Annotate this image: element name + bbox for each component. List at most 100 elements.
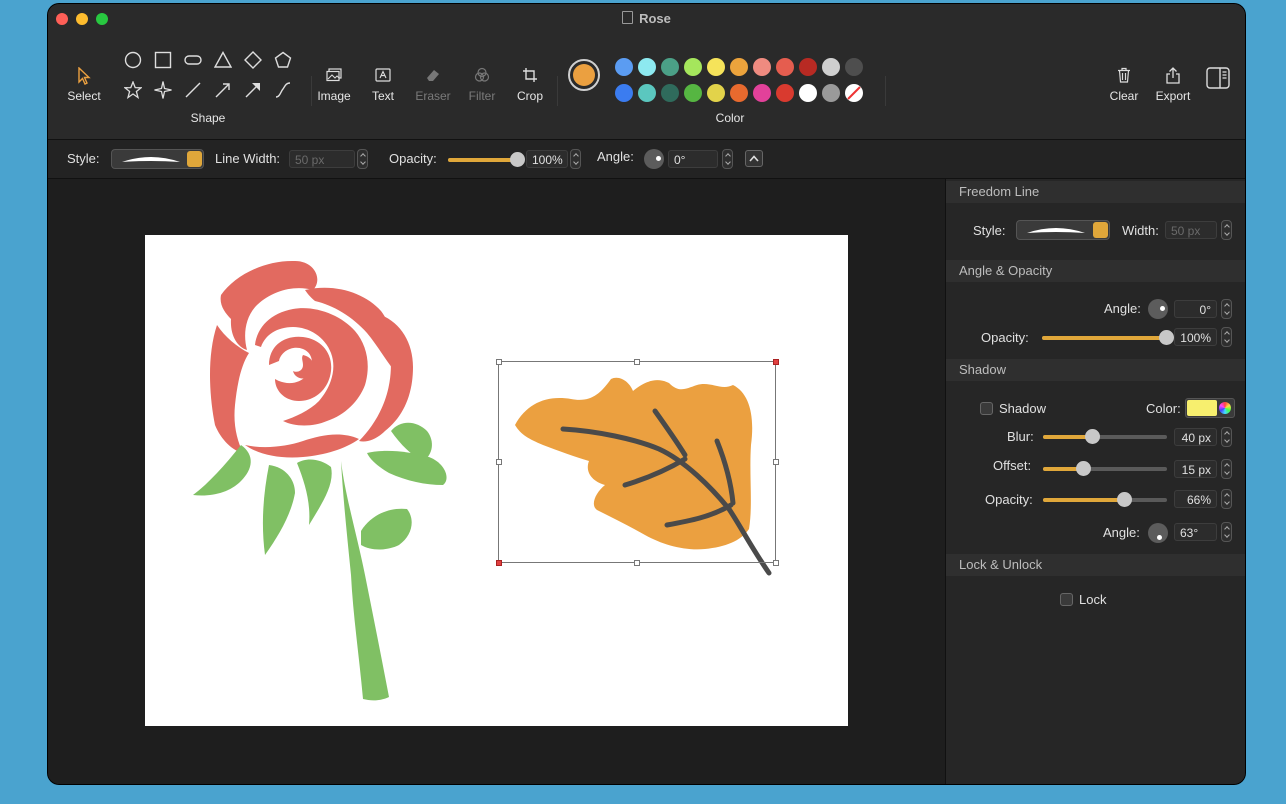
color-swatch[interactable] <box>615 58 633 76</box>
eraser-tool[interactable]: Eraser <box>410 67 456 103</box>
color-swatch[interactable] <box>799 84 817 102</box>
export-button[interactable]: Export <box>1151 67 1195 103</box>
rounded-rect-shape-button[interactable] <box>182 49 204 71</box>
opacity-stepper[interactable] <box>570 149 581 169</box>
color-swatch[interactable] <box>661 58 679 76</box>
color-swatch[interactable] <box>661 84 679 102</box>
sidebar-angle-dial[interactable] <box>1148 299 1168 319</box>
blur-slider[interactable] <box>1043 429 1167 444</box>
resize-handle[interactable] <box>496 459 502 465</box>
shadow-color-well[interactable] <box>1185 398 1235 418</box>
clear-button[interactable]: Clear <box>1104 67 1144 103</box>
color-swatch[interactable] <box>684 58 702 76</box>
color-swatch[interactable] <box>753 58 771 76</box>
filter-tool[interactable]: Filter <box>462 67 502 103</box>
shadow-opacity-knob[interactable] <box>1116 492 1132 507</box>
freedom-width-stepper[interactable] <box>1221 220 1232 240</box>
resize-handle[interactable] <box>634 560 640 566</box>
rotate-handle[interactable] <box>773 359 779 365</box>
star-shape-button[interactable] <box>122 79 144 101</box>
shadow-checkbox[interactable] <box>980 402 993 415</box>
color-swatch[interactable] <box>638 58 656 76</box>
shadow-opacity-slider[interactable] <box>1043 492 1167 507</box>
inspector-sidebar: Freedom Line Style: Width: 50 px Angle &… <box>945 179 1245 784</box>
triangle-shape-button[interactable] <box>212 49 234 71</box>
color-swatch[interactable] <box>845 58 863 76</box>
shape-group-label: Shape <box>190 111 226 125</box>
color-swatch[interactable] <box>730 58 748 76</box>
resize-handle[interactable] <box>773 560 779 566</box>
shadow-opacity-field[interactable]: 66% <box>1174 490 1217 508</box>
resize-handle[interactable] <box>496 359 502 365</box>
offset-slider[interactable] <box>1043 461 1167 476</box>
color-swatch[interactable] <box>753 84 771 102</box>
pentagon-shape-button[interactable] <box>272 49 294 71</box>
blur-stepper[interactable] <box>1221 427 1232 447</box>
blur-field[interactable]: 40 px <box>1174 428 1217 446</box>
color-swatch[interactable] <box>707 58 725 76</box>
shadow-angle-dial[interactable] <box>1148 523 1168 543</box>
color-swatch[interactable] <box>638 84 656 102</box>
current-color-well[interactable] <box>568 59 600 91</box>
color-swatch[interactable] <box>707 84 725 102</box>
offset-field[interactable]: 15 px <box>1174 460 1217 478</box>
angle-dial[interactable] <box>644 149 664 169</box>
line-style-popup[interactable] <box>111 149 204 169</box>
shadow-angle-field[interactable]: 63° <box>1174 523 1217 541</box>
offset-slider-knob[interactable] <box>1075 461 1091 476</box>
sidebar-angle-field[interactable]: 0° <box>1174 300 1217 318</box>
freedom-width-field[interactable]: 50 px <box>1165 221 1217 239</box>
no-color-icon <box>847 86 861 100</box>
sidebar-opacity-stepper[interactable] <box>1221 327 1232 347</box>
sidebar-angle-stepper[interactable] <box>1221 299 1232 319</box>
line-shape-button[interactable] <box>182 79 204 101</box>
curve-shape-button[interactable] <box>272 79 294 101</box>
angle-label: Angle: <box>597 149 634 164</box>
sparkle-shape-button[interactable] <box>152 79 174 101</box>
rotate-handle[interactable] <box>496 560 502 566</box>
image-tool[interactable]: Image <box>314 67 354 103</box>
eraser-icon <box>410 67 456 89</box>
resize-handle[interactable] <box>773 459 779 465</box>
canvas-area[interactable] <box>48 179 945 784</box>
angle-stepper[interactable] <box>722 149 733 169</box>
rose-drawing <box>210 260 413 458</box>
color-swatch[interactable] <box>822 58 840 76</box>
opacity-slider-knob[interactable] <box>510 152 525 167</box>
sidebar-opacity-knob[interactable] <box>1159 330 1174 345</box>
resize-handle[interactable] <box>634 359 640 365</box>
circle-shape-button[interactable] <box>122 49 144 71</box>
blur-slider-knob[interactable] <box>1084 429 1100 444</box>
sidebar-opacity-slider[interactable] <box>1042 330 1174 345</box>
shadow-angle-stepper[interactable] <box>1221 522 1232 542</box>
filled-arrow-shape-button[interactable] <box>242 79 264 101</box>
line-width-field[interactable]: 50 px <box>289 150 355 168</box>
crop-tool[interactable]: Crop <box>512 67 548 103</box>
sidebar-toggle-icon[interactable] <box>1206 67 1230 89</box>
opacity-label: Opacity: <box>389 151 437 166</box>
color-swatch[interactable] <box>845 84 863 102</box>
color-swatch[interactable] <box>822 84 840 102</box>
rectangle-shape-button[interactable] <box>152 49 174 71</box>
diamond-shape-button[interactable] <box>242 49 264 71</box>
lock-checkbox[interactable] <box>1060 593 1073 606</box>
color-swatch[interactable] <box>615 84 633 102</box>
offset-stepper[interactable] <box>1221 459 1232 479</box>
select-tool[interactable]: Select <box>66 66 102 103</box>
drawing-canvas[interactable] <box>145 235 848 726</box>
shadow-opacity-stepper[interactable] <box>1221 489 1232 509</box>
arrow-shape-button[interactable] <box>212 79 234 101</box>
color-swatch[interactable] <box>776 84 794 102</box>
opacity-slider[interactable] <box>448 152 525 167</box>
freedom-style-popup[interactable] <box>1016 220 1110 240</box>
text-tool[interactable]: Text <box>365 67 401 103</box>
color-swatch[interactable] <box>684 84 702 102</box>
opacity-field[interactable]: 100% <box>526 150 568 168</box>
collapse-options-button[interactable] <box>745 150 763 167</box>
color-swatch[interactable] <box>799 58 817 76</box>
sidebar-opacity-field[interactable]: 100% <box>1174 328 1217 346</box>
angle-field[interactable]: 0° <box>668 150 718 168</box>
line-width-stepper[interactable] <box>357 149 368 169</box>
color-swatch[interactable] <box>776 58 794 76</box>
color-swatch[interactable] <box>730 84 748 102</box>
